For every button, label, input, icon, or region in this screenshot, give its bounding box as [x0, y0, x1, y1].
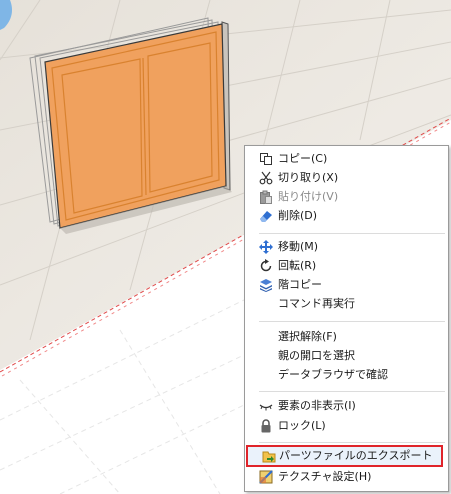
menu-item-copy[interactable]: コピー(C) [245, 149, 448, 169]
menu-item-cut[interactable]: 切り取り(X) [245, 168, 448, 188]
menu-item-deselect[interactable]: 選択解除(F) [245, 327, 448, 347]
menu-item-label: データブラウザで確認 [278, 368, 388, 381]
menu-item-label: 親の開口を選択 [278, 349, 355, 362]
parts-export-icon [262, 451, 276, 463]
menu-item-label: 要素の非表示(I) [278, 399, 356, 412]
scissors-icon [259, 171, 273, 185]
menu-item-label: テクスチャ設定(H) [278, 470, 372, 483]
menu-item-move[interactable]: 移動(M) [245, 237, 448, 257]
menu-item-export-parts-file[interactable]: パーツファイルのエクスポート [246, 445, 443, 467]
menu-item-label: 回転(R) [278, 259, 317, 272]
copy-icon [260, 153, 272, 165]
menu-item-repeat-command[interactable]: コマンド再実行 [245, 294, 448, 314]
menu-item-delete[interactable]: 削除(D) [245, 206, 448, 226]
eye-closed-icon [259, 404, 273, 411]
menu-separator [259, 321, 445, 322]
menu-item-label: パーツファイルのエクスポート [279, 449, 433, 462]
menu-item-label: コマンド再実行 [278, 297, 355, 310]
menu-separator [259, 233, 445, 234]
menu-item-paste[interactable]: 貼り付け(V) [245, 187, 448, 207]
menu-item-hide-element[interactable]: 要素の非表示(I) [245, 396, 448, 416]
menu-item-texture-settings[interactable]: テクスチャ設定(H) [245, 467, 448, 487]
menu-item-check-data-browser[interactable]: データブラウザで確認 [245, 365, 448, 385]
eraser-icon [260, 211, 272, 222]
menu-item-label: 削除(D) [278, 209, 318, 222]
menu-item-label: ロック(L) [278, 419, 326, 432]
menu-item-label: 選択解除(F) [278, 330, 337, 343]
menu-separator [259, 391, 445, 392]
texture-icon [259, 470, 273, 484]
menu-item-label: コピー(C) [278, 152, 328, 165]
menu-item-floor-copy[interactable]: 階コピー [245, 275, 448, 295]
move-arrows-icon [259, 240, 273, 254]
menu-item-label: 移動(M) [278, 240, 319, 253]
menu-item-select-parent-opening[interactable]: 親の開口を選択 [245, 346, 448, 366]
menu-item-label: 階コピー [278, 278, 322, 291]
floor-copy-icon [260, 279, 272, 292]
menu-item-rotate[interactable]: 回転(R) [245, 256, 448, 276]
rotate-icon [260, 259, 272, 272]
lock-icon [261, 419, 271, 433]
context-menu: コピー(C) 切り取り(X) 貼り付け(V) 削除(D) 移動(M) 回転(R)… [244, 145, 449, 492]
menu-item-label: 貼り付け(V) [278, 190, 339, 203]
menu-separator [259, 442, 445, 443]
menu-item-lock[interactable]: ロック(L) [245, 416, 448, 436]
menu-item-label: 切り取り(X) [278, 171, 339, 184]
paste-icon [260, 190, 272, 204]
